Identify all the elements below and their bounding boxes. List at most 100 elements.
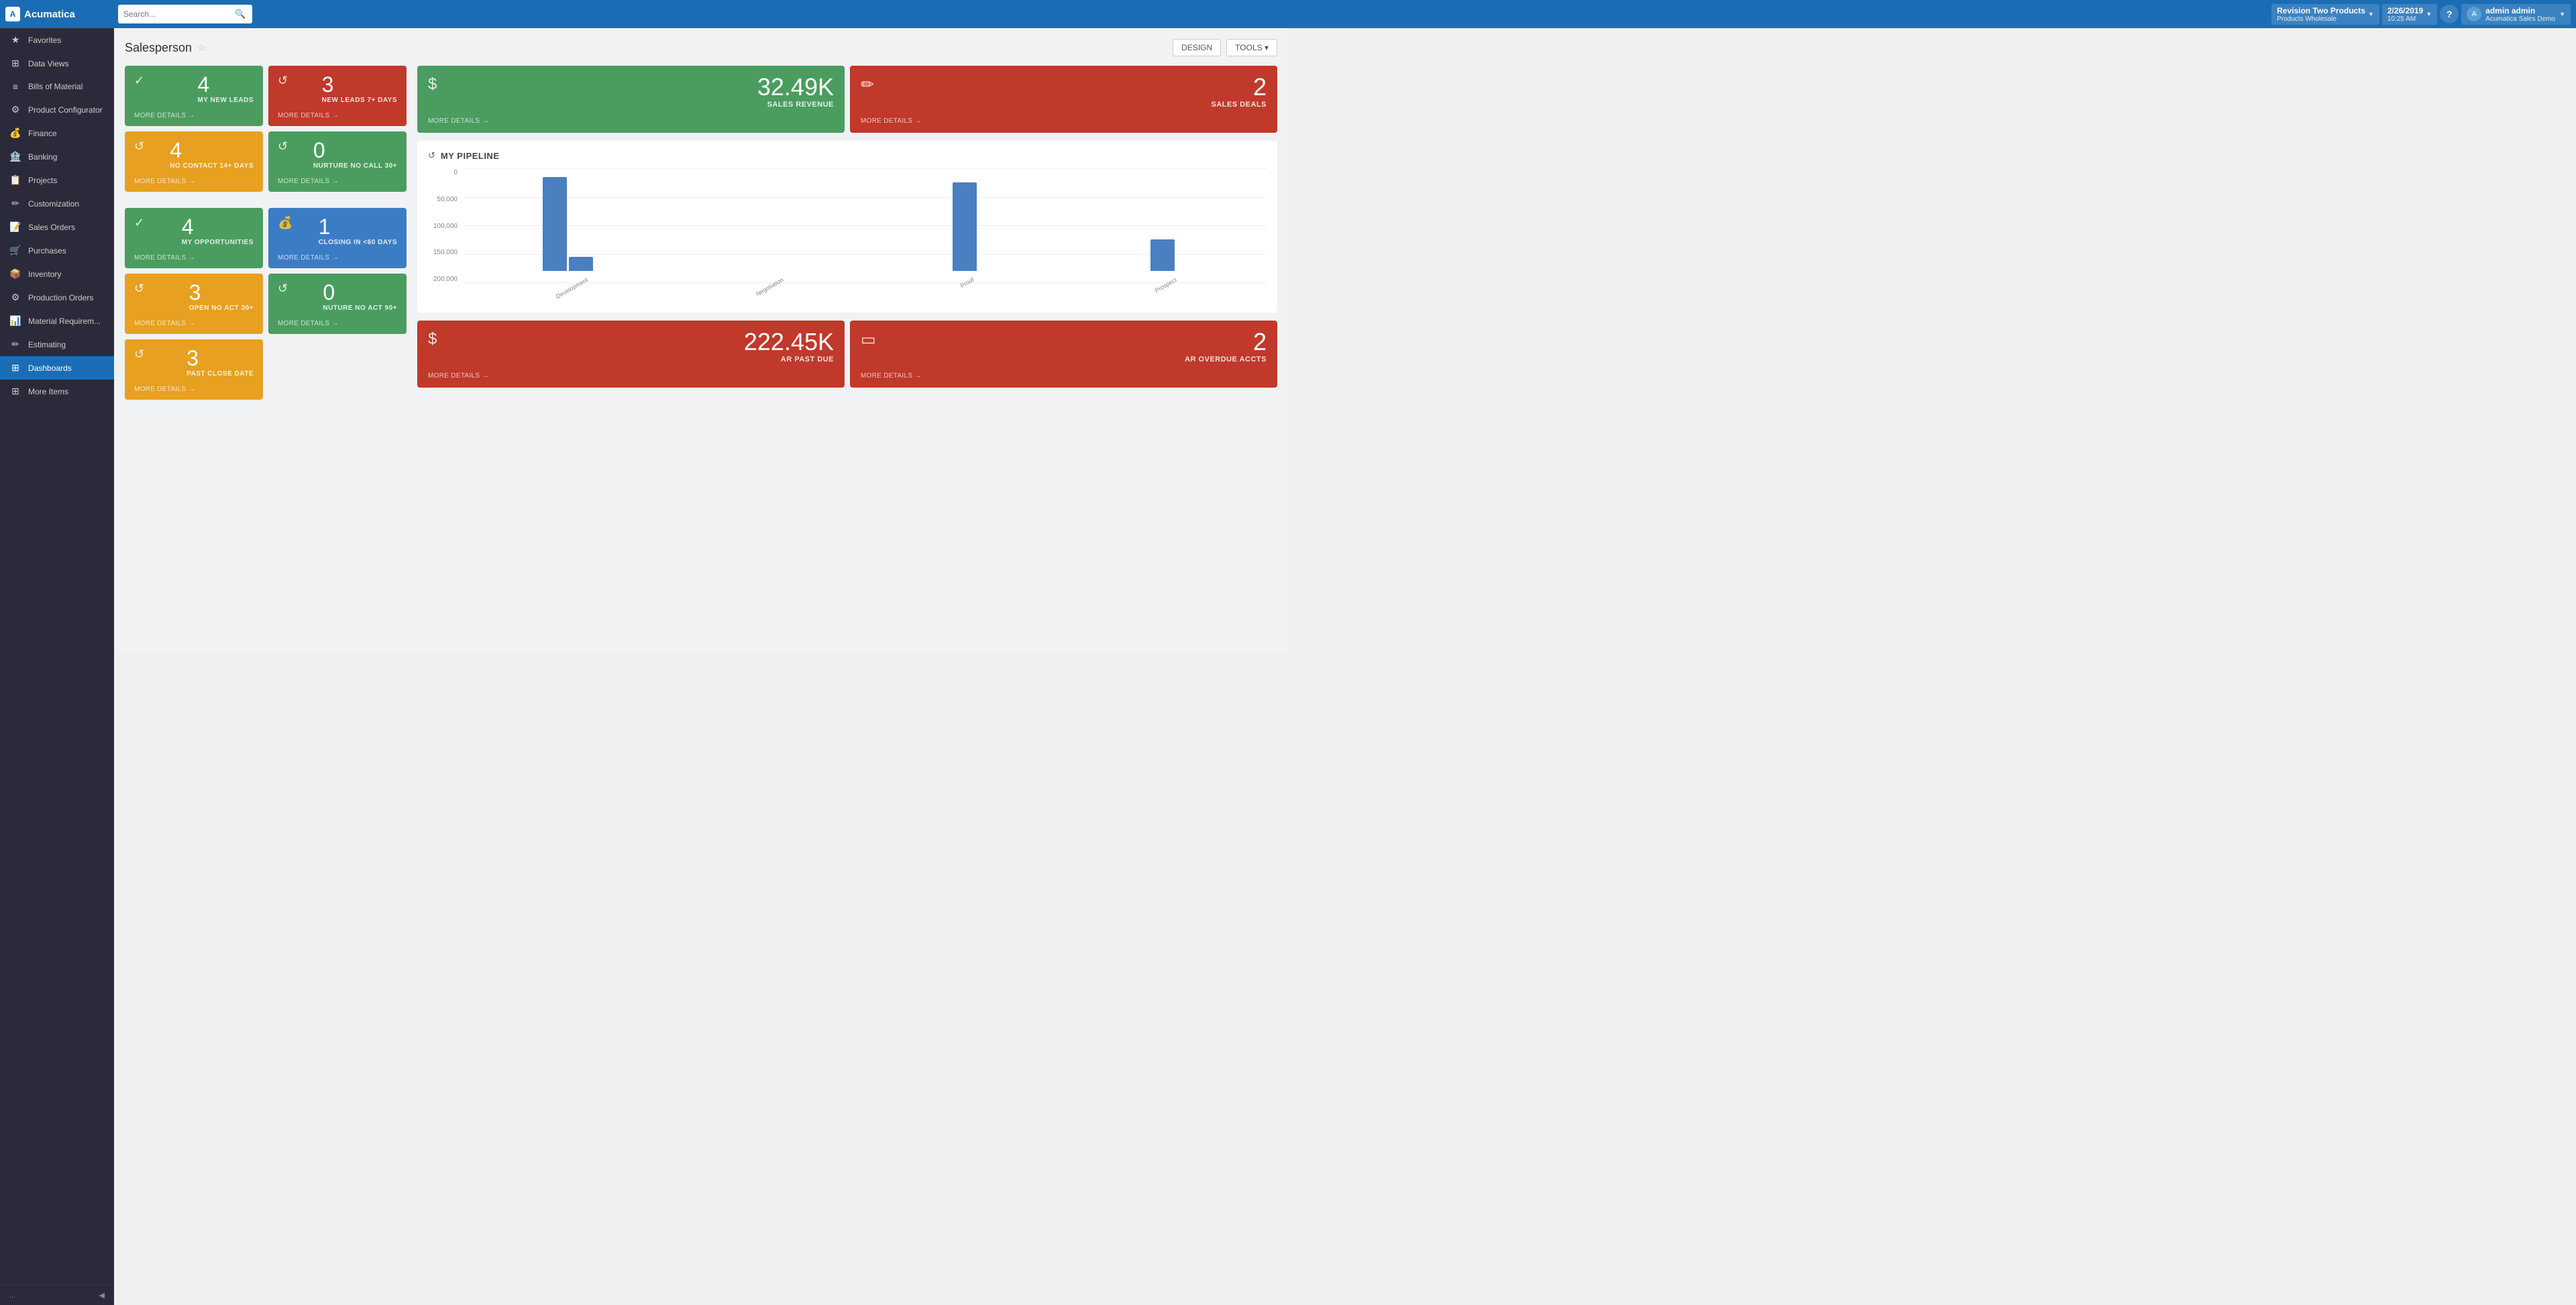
help-button[interactable]: ? (2440, 5, 2459, 23)
y-label: 0 (428, 169, 458, 176)
sidebar-ellipsis[interactable]: ... (9, 1292, 15, 1300)
big-card-sales-revenue[interactable]: $ 32.49K SALES REVENUE MORE DETAILS → (417, 66, 845, 133)
datetime-selector[interactable]: 2/26/2019 10:25 AM ▼ (2382, 4, 2437, 25)
sidebar-item-projects[interactable]: 📋 Projects (0, 168, 114, 192)
card-label-nurture-no-call-30: NURTURE NO CALL 30+ (313, 162, 397, 170)
dashboard-left: ✓ 4 MY NEW LEADS MORE DETAILS → ↺ 3 NEW … (125, 66, 407, 405)
sidebar-icon-estimating: ✏ (9, 339, 21, 350)
sidebar-label-customization: Customization (28, 199, 79, 209)
card-past-close-date[interactable]: ↺ 3 PAST CLOSE DATE MORE DETAILS → (125, 339, 263, 400)
logo-area[interactable]: A Acumatica (5, 7, 113, 21)
card-top-past-close-date: ↺ 3 PAST CLOSE DATE (134, 347, 254, 378)
user-menu[interactable]: A admin admin Acumatica Sales Demo ▼ (2461, 4, 2571, 25)
card-label-my-opportunities: MY OPPORTUNITIES (182, 239, 254, 246)
big-card-ar-past-due[interactable]: $ 222.45K AR PAST DUE MORE DETAILS → (417, 321, 845, 388)
sidebar-label-banking: Banking (28, 152, 57, 162)
card-new-leads-7days[interactable]: ↺ 3 NEW LEADS 7+ DAYS MORE DETAILS → (268, 66, 407, 126)
tools-button[interactable]: TOOLS ▾ (1226, 39, 1277, 56)
right-top-cards: $ 32.49K SALES REVENUE MORE DETAILS → ✏ … (417, 66, 1277, 133)
sidebar-item-banking[interactable]: 🏦 Banking (0, 145, 114, 168)
sidebar-label-inventory: Inventory (28, 270, 61, 279)
card-count-open-no-act-30: 3 (189, 282, 254, 303)
card-my-new-leads[interactable]: ✓ 4 MY NEW LEADS MORE DETAILS → (125, 66, 263, 126)
user-name: admin admin (2485, 6, 2555, 15)
big-card-footer-ar-overdue-accts: MORE DETAILS → (861, 372, 1267, 380)
dashboard-right: $ 32.49K SALES REVENUE MORE DETAILS → ✏ … (417, 66, 1277, 405)
card-nurture-no-act-90[interactable]: ↺ 0 NUTURE NO ACT 90+ MORE DETAILS → (268, 274, 407, 334)
sidebar-item-production-orders[interactable]: ⚙ Production Orders (0, 286, 114, 309)
big-card-top-sales-deals: ✏ 2 SALES DEALS (861, 75, 1267, 109)
card-top-closing-60days: 💰 1 CLOSING IN <60 DAYS (278, 216, 397, 246)
company-name: Revision Two Products (2277, 6, 2365, 15)
sidebar: ★ Favorites ⊞ Data Views ≡ Bills of Mate… (0, 28, 114, 1305)
sidebar-item-inventory[interactable]: 📦 Inventory (0, 262, 114, 286)
card-count-nurture-no-act-90: 0 (323, 282, 397, 303)
card-top-my-opportunities: ✓ 4 MY OPPORTUNITIES (134, 216, 254, 246)
search-bar[interactable]: 🔍 (118, 5, 252, 23)
sidebar-item-purchases[interactable]: 🛒 Purchases (0, 239, 114, 262)
top-navigation: A Acumatica 🔍 Revision Two Products Prod… (0, 0, 2576, 28)
card-icon-open-no-act-30: ↺ (134, 282, 144, 296)
card-count-no-contact-14days: 4 (170, 139, 254, 161)
card-footer-nurture-no-act-90: MORE DETAILS → (278, 320, 397, 327)
big-card-count-sales-revenue: 32.49K (757, 75, 834, 99)
bar-label-proof: Proof (959, 276, 975, 289)
datetime-chevron-icon: ▼ (2426, 11, 2432, 17)
favorite-star-icon[interactable]: ☆ (197, 42, 206, 54)
pipeline-title: MY PIPELINE (441, 151, 500, 161)
app-name: Acumatica (24, 9, 75, 20)
sidebar-item-bills-of-material[interactable]: ≡ Bills of Material (0, 75, 114, 98)
sidebar-label-favorites: Favorites (28, 36, 61, 45)
sidebar-item-data-views[interactable]: ⊞ Data Views (0, 52, 114, 75)
big-card-footer-ar-past-due: MORE DETAILS → (428, 372, 834, 380)
app-logo-icon: A (5, 7, 20, 21)
card-count-my-new-leads: 4 (197, 74, 254, 95)
page-title: Salesperson (125, 41, 192, 55)
sidebar-item-favorites[interactable]: ★ Favorites (0, 28, 114, 52)
bar-group-development: Development (471, 177, 665, 283)
card-top-open-no-act-30: ↺ 3 OPEN NO ACT 30+ (134, 282, 254, 312)
card-label-nurture-no-act-90: NUTURE NO ACT 90+ (323, 304, 397, 312)
card-my-opportunities[interactable]: ✓ 4 MY OPPORTUNITIES MORE DETAILS → (125, 208, 263, 268)
sidebar-collapse-icon[interactable]: ◀ (99, 1291, 105, 1300)
sidebar-item-more-items[interactable]: ⊞ More Items (0, 380, 114, 403)
sidebar-item-product-configurator[interactable]: ⚙ Product Configurator (0, 98, 114, 121)
bar-development-1 (543, 177, 567, 271)
sidebar-icon-dashboards: ⊞ (9, 362, 21, 374)
pipeline-refresh-icon[interactable]: ↺ (428, 150, 435, 161)
sidebar-item-estimating[interactable]: ✏ Estimating (0, 333, 114, 356)
design-button[interactable]: DESIGN (1173, 39, 1221, 56)
search-input[interactable] (123, 9, 231, 19)
page-title-row: Salesperson ☆ (125, 41, 206, 55)
card-nurture-no-call-30[interactable]: ↺ 0 NURTURE NO CALL 30+ MORE DETAILS → (268, 131, 407, 192)
big-card-sales-deals[interactable]: ✏ 2 SALES DEALS MORE DETAILS → (850, 66, 1277, 133)
company-selector[interactable]: Revision Two Products Products Wholesale… (2271, 4, 2379, 25)
sidebar-icon-bills-of-material: ≡ (9, 81, 21, 92)
pipeline-section: ↺ MY PIPELINE 200,000150,000100,00050,00… (417, 141, 1277, 313)
card-label-no-contact-14days: NO CONTACT 14+ DAYS (170, 162, 254, 170)
time-display: 10:25 AM (2387, 15, 2423, 23)
bar-group-proof: Proof (867, 182, 1062, 283)
card-closing-60days[interactable]: 💰 1 CLOSING IN <60 DAYS MORE DETAILS → (268, 208, 407, 268)
sidebar-label-more-items: More Items (28, 387, 68, 396)
chart-y-labels: 200,000150,000100,00050,0000 (428, 169, 462, 283)
sidebar-item-finance[interactable]: 💰 Finance (0, 121, 114, 145)
sidebar-label-dashboards: Dashboards (28, 363, 72, 373)
bars-row: DevelopmentNegotiationProofProspect (464, 169, 1267, 283)
sidebar-item-material-requirements[interactable]: 📊 Material Requirem... (0, 309, 114, 333)
card-no-contact-14days[interactable]: ↺ 4 NO CONTACT 14+ DAYS MORE DETAILS → (125, 131, 263, 192)
card-footer-my-new-leads: MORE DETAILS → (134, 112, 254, 119)
card-count-nurture-no-call-30: 0 (313, 139, 397, 161)
sidebar-item-customization[interactable]: ✏ Customization (0, 192, 114, 215)
sidebar-item-sales-orders[interactable]: 📝 Sales Orders (0, 215, 114, 239)
cards-row5: ↺ 3 PAST CLOSE DATE MORE DETAILS → (125, 339, 407, 400)
company-chevron-icon: ▼ (2368, 11, 2374, 17)
right-bottom-cards: $ 222.45K AR PAST DUE MORE DETAILS → ▭ 2… (417, 321, 1277, 388)
sidebar-icon-sales-orders: 📝 (9, 221, 21, 233)
big-card-ar-overdue-accts[interactable]: ▭ 2 AR OVERDUE ACCTS MORE DETAILS → (850, 321, 1277, 388)
sidebar-item-dashboards[interactable]: ⊞ Dashboards (0, 356, 114, 380)
sidebar-label-estimating: Estimating (28, 340, 66, 349)
y-label: 50,000 (428, 196, 458, 203)
card-open-no-act-30[interactable]: ↺ 3 OPEN NO ACT 30+ MORE DETAILS → (125, 274, 263, 334)
card-icon-my-new-leads: ✓ (134, 74, 144, 88)
